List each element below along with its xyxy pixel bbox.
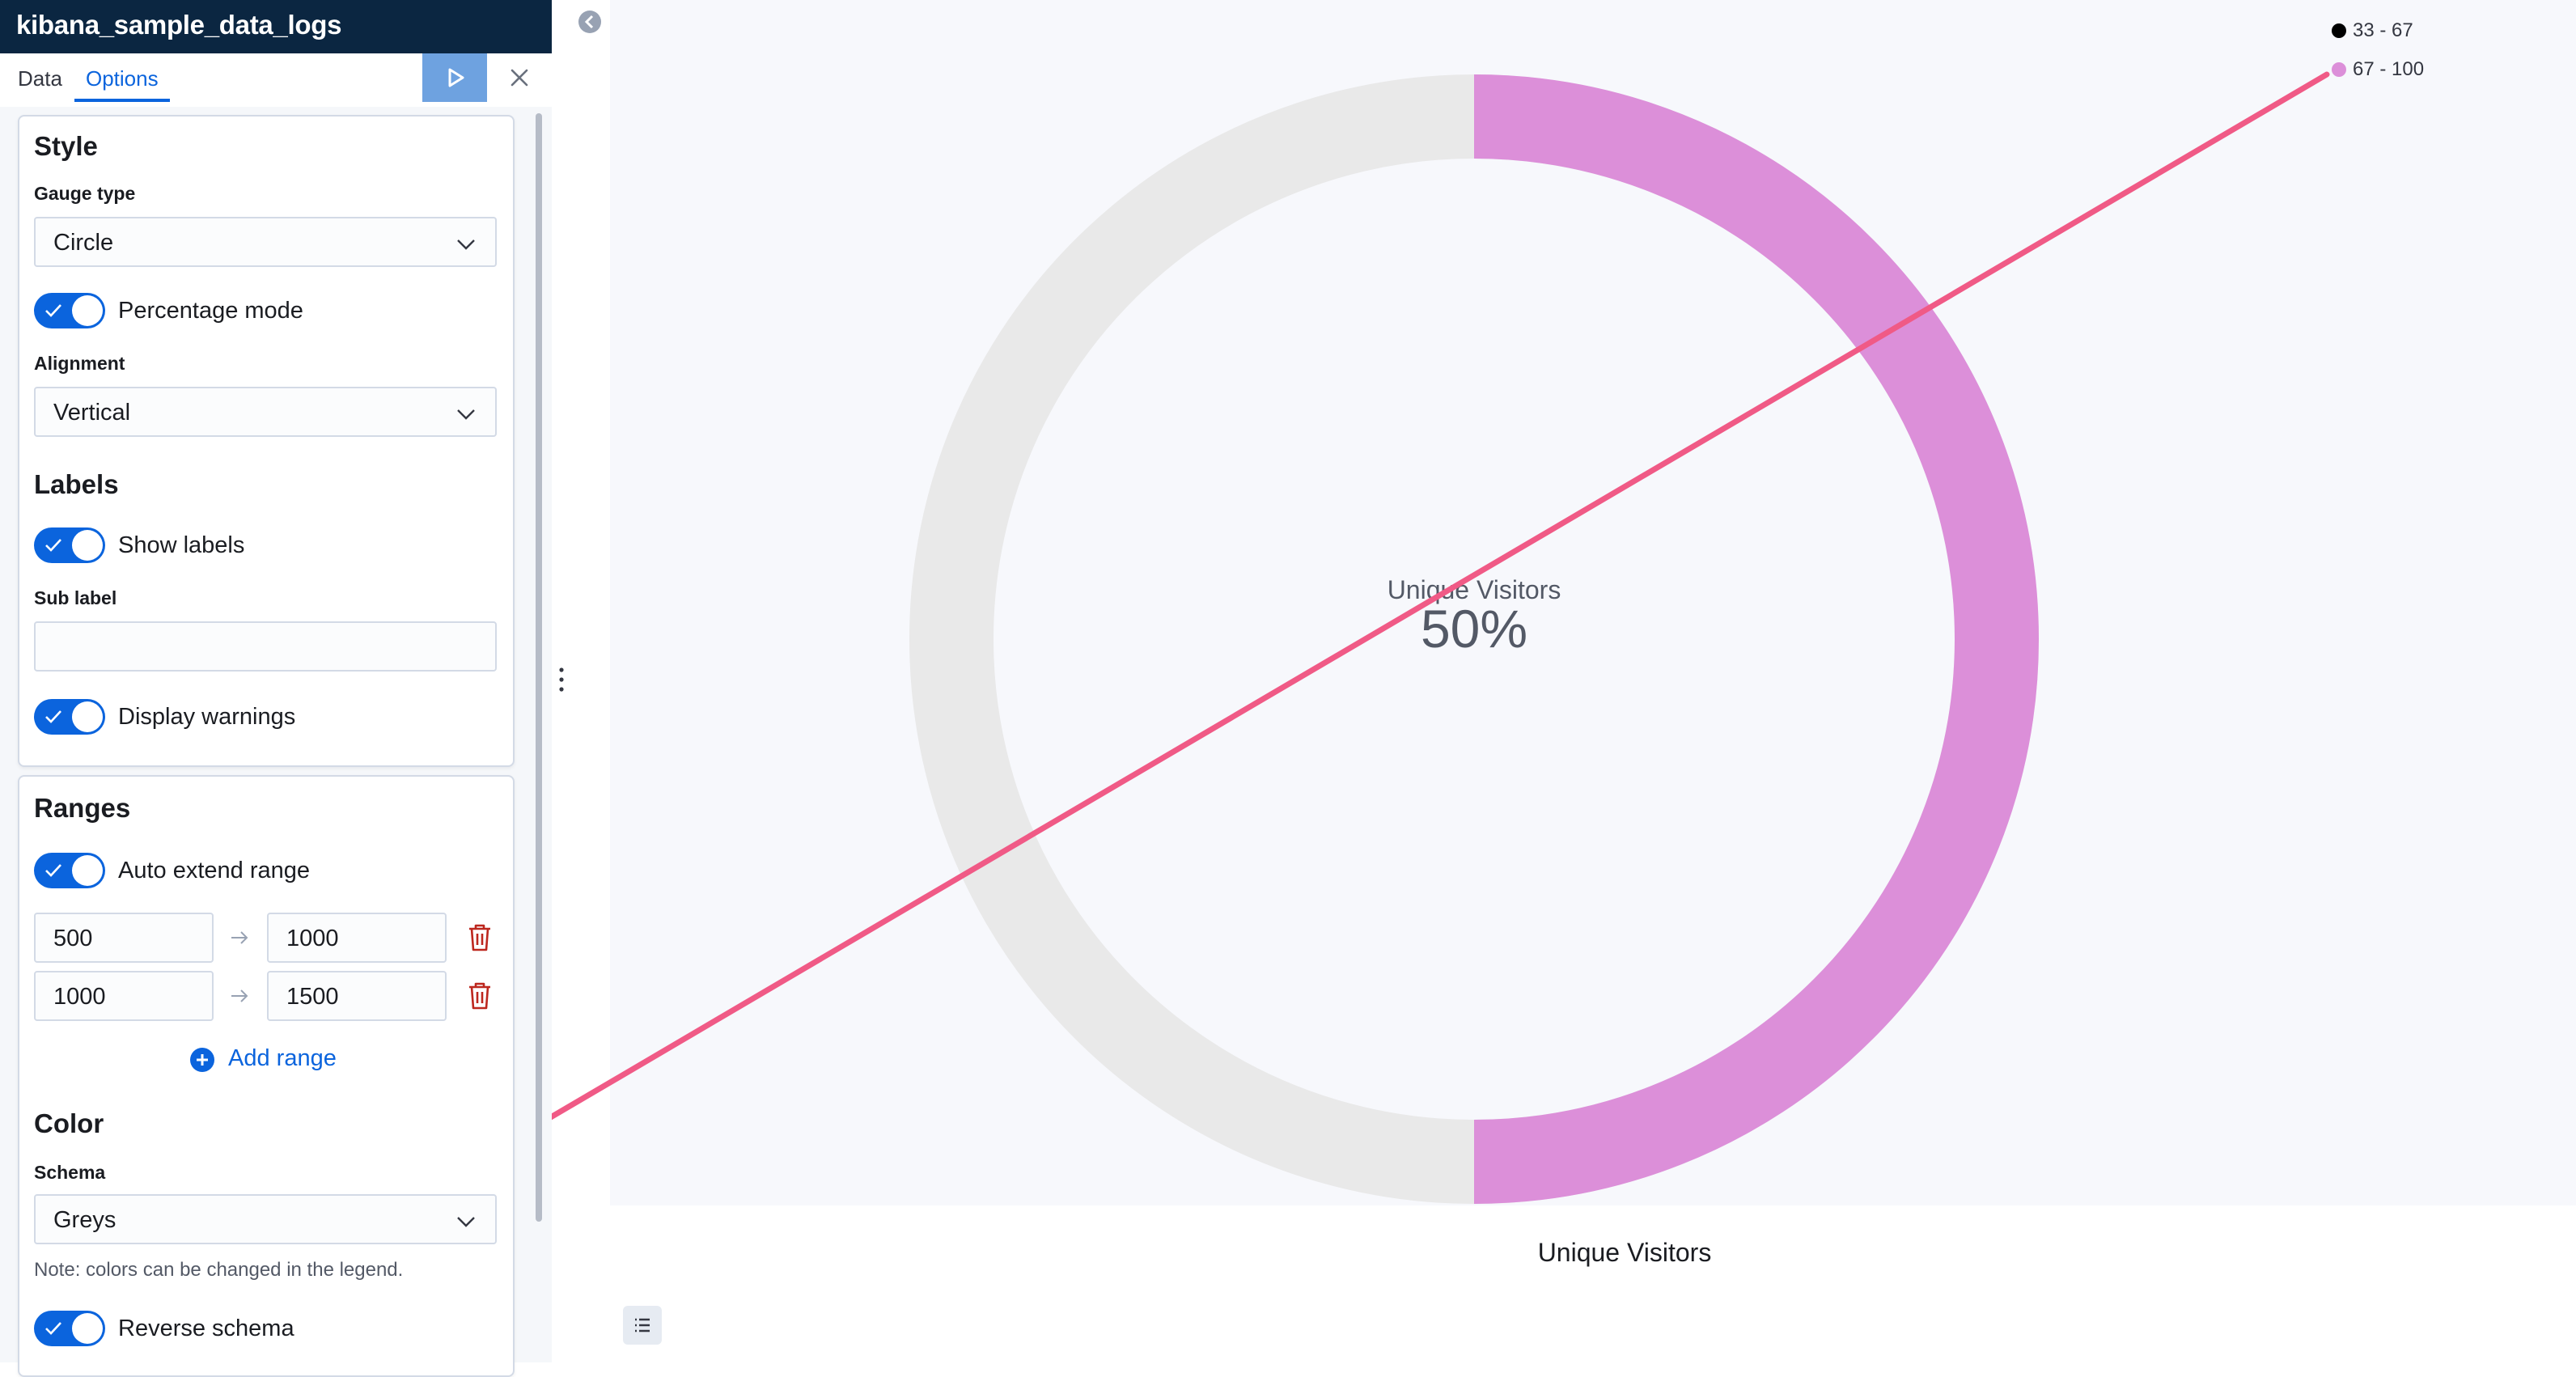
play-icon xyxy=(448,68,464,87)
legend-toggle-button[interactable] xyxy=(623,1306,662,1345)
ranges-panel: Ranges Auto extend range 500 1000 1000 1… xyxy=(18,775,515,1377)
check-icon xyxy=(45,1322,61,1335)
switch[interactable] xyxy=(34,699,105,735)
sidebar-scrollbar[interactable] xyxy=(536,113,542,1222)
gauge-value: 50% xyxy=(1421,599,1527,659)
gauge-type-select[interactable]: Circle xyxy=(34,217,497,267)
plus-circle-icon xyxy=(190,1048,214,1072)
auto-extend-range-label: Auto extend range xyxy=(118,858,311,883)
alignment-select[interactable]: Vertical xyxy=(34,387,497,437)
schema-label: Schema xyxy=(34,1162,106,1183)
gauge-fill-arc[interactable] xyxy=(1473,74,2039,1204)
close-button[interactable] xyxy=(502,60,537,95)
gauge-type-value: Circle xyxy=(53,230,114,256)
sub-label-input[interactable] xyxy=(34,621,497,672)
visualization-area: 33 - 67 67 - 100 Unique Visitors 50% Uni… xyxy=(552,0,2576,1362)
range-to-value: 1500 xyxy=(286,984,339,1010)
switch[interactable] xyxy=(34,293,105,328)
switch[interactable] xyxy=(34,527,105,563)
range-to-value: 1000 xyxy=(286,926,339,951)
color-note: Note: colors can be changed in the legen… xyxy=(34,1259,404,1281)
add-range-label: Add range xyxy=(228,1045,337,1071)
ranges-title: Ranges xyxy=(34,793,131,823)
check-icon xyxy=(45,539,61,552)
chevron-down-icon xyxy=(457,1217,475,1227)
switch-knob xyxy=(72,1313,103,1344)
alignment-label: Alignment xyxy=(34,353,125,374)
active-tab-indicator xyxy=(74,99,170,102)
gauge-type-label: Gauge type xyxy=(34,183,136,204)
color-schema-select[interactable]: Greys xyxy=(34,1194,497,1244)
chart-caption: Unique Visitors xyxy=(1537,1238,1712,1267)
switch-knob xyxy=(72,855,103,886)
check-icon xyxy=(45,710,61,723)
editor-sidebar: kibana_sample_data_logs Data Options Sty… xyxy=(0,0,552,1377)
show-labels-label: Show labels xyxy=(118,532,245,558)
trash-icon[interactable] xyxy=(466,981,494,1011)
sub-label-label: Sub label xyxy=(34,587,117,608)
range-from-value: 1000 xyxy=(53,984,106,1010)
arrow-right-icon xyxy=(231,931,248,944)
list-icon xyxy=(635,1318,650,1333)
add-range-button[interactable]: Add range xyxy=(189,1044,367,1076)
arrow-right-icon xyxy=(231,989,248,1002)
check-icon xyxy=(45,864,61,877)
range-to-input[interactable]: 1000 xyxy=(267,913,447,963)
close-icon xyxy=(511,69,528,87)
range-from-input[interactable]: 500 xyxy=(34,913,214,963)
reverse-schema-label: Reverse schema xyxy=(118,1316,294,1341)
gauge-chart: Unique Visitors 50% xyxy=(552,71,2330,1204)
color-schema-value: Greys xyxy=(53,1207,117,1233)
color-title: Color xyxy=(34,1108,104,1138)
switch[interactable] xyxy=(34,1311,105,1346)
range-from-input[interactable]: 1000 xyxy=(34,971,214,1021)
index-pattern-title: kibana_sample_data_logs xyxy=(16,10,342,40)
chevron-down-icon xyxy=(457,409,475,420)
check-icon xyxy=(45,304,61,317)
switch-knob xyxy=(72,701,103,732)
tab-options[interactable]: Options xyxy=(86,66,159,91)
labels-title: Labels xyxy=(34,469,119,499)
sidebar-header: kibana_sample_data_logs xyxy=(0,0,552,53)
show-labels-toggle[interactable]: Show labels xyxy=(34,527,358,563)
chevron-down-icon xyxy=(457,239,475,250)
style-title: Style xyxy=(34,131,98,161)
alignment-value: Vertical xyxy=(53,400,131,426)
percentage-mode-label: Percentage mode xyxy=(118,298,303,324)
auto-extend-range-toggle[interactable]: Auto extend range xyxy=(34,853,374,888)
switch[interactable] xyxy=(34,853,105,888)
switch-knob xyxy=(72,295,103,326)
trash-icon[interactable] xyxy=(466,922,494,953)
tab-data[interactable]: Data xyxy=(18,66,62,91)
display-warnings-label: Display warnings xyxy=(118,704,296,730)
switch-knob xyxy=(72,530,103,561)
range-from-value: 500 xyxy=(53,926,93,951)
reverse-schema-toggle[interactable]: Reverse schema xyxy=(34,1311,374,1346)
display-warnings-toggle[interactable]: Display warnings xyxy=(34,699,358,735)
percentage-mode-toggle[interactable]: Percentage mode xyxy=(34,293,358,328)
apply-changes-button[interactable] xyxy=(422,53,487,102)
style-panel: Style Gauge type Circle Percentage mode … xyxy=(18,115,515,767)
range-to-input[interactable]: 1500 xyxy=(267,971,447,1021)
